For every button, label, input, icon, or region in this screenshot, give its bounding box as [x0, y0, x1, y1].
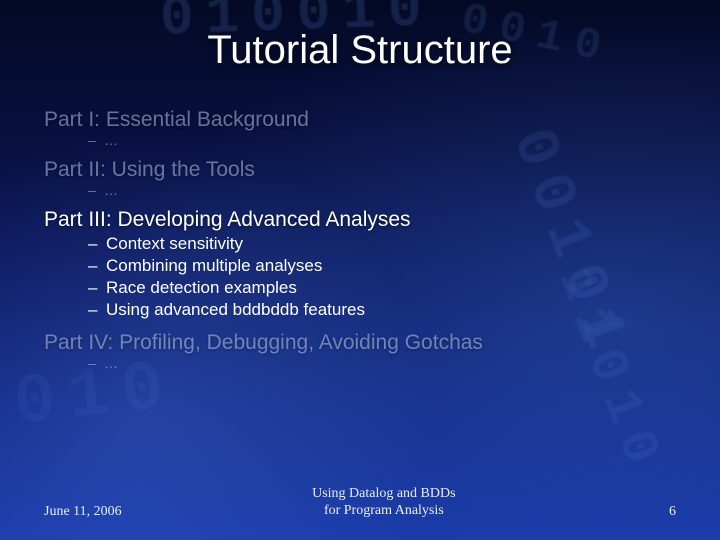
part-item-text: … — [104, 132, 118, 148]
part-item: –Context sensitivity — [88, 233, 690, 255]
slide: 010010 0010 00101 11010 1010 Tutorial St… — [0, 0, 720, 540]
part-item-text: Combining multiple analyses — [106, 256, 322, 275]
part-heading: Part IV: Profiling, Debugging, Avoiding … — [44, 331, 690, 355]
part-item: –… — [88, 182, 690, 198]
slide-body: Part I: Essential Background –… Part II:… — [44, 108, 690, 470]
footer-title-line1: Using Datalog and BDDs — [312, 486, 456, 501]
part-item-text: Context sensitivity — [106, 234, 243, 253]
footer-date: June 11, 2006 — [44, 504, 122, 520]
footer-page-number: 6 — [646, 504, 676, 520]
part-item-text: … — [104, 182, 118, 198]
part-item: –Combining multiple analyses — [88, 255, 690, 277]
part-item-text: … — [104, 355, 118, 371]
part-item: –… — [88, 132, 690, 148]
slide-title: Tutorial Structure — [0, 28, 720, 73]
part-item: –Using advanced bddbddb features — [88, 299, 690, 321]
slide-footer: June 11, 2006 Using Datalog and BDDs for… — [44, 486, 676, 520]
part-heading: Part I: Essential Background — [44, 108, 690, 132]
footer-title-line2: for Program Analysis — [324, 503, 444, 518]
part-item: –… — [88, 355, 690, 371]
part-item: –Race detection examples — [88, 277, 690, 299]
part-item-text: Using advanced bddbddb features — [106, 300, 365, 319]
footer-title: Using Datalog and BDDs for Program Analy… — [122, 486, 646, 520]
part-item-text: Race detection examples — [106, 278, 297, 297]
part-heading: Part III: Developing Advanced Analyses — [44, 208, 690, 232]
part-heading: Part II: Using the Tools — [44, 158, 690, 182]
